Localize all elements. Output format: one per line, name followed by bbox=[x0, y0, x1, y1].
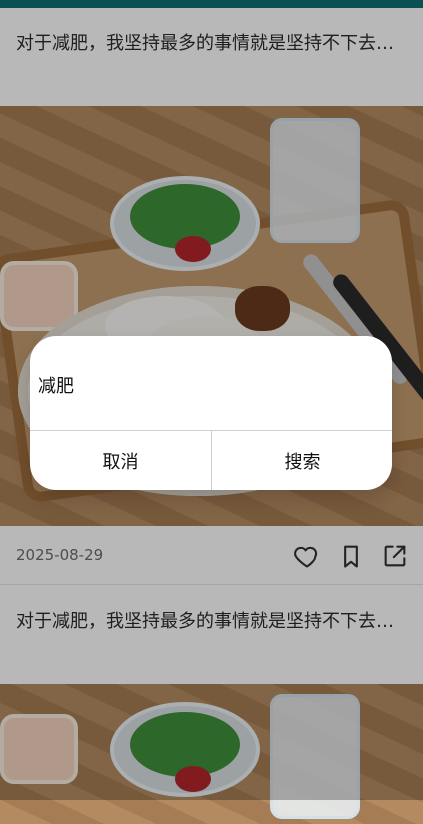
cancel-button[interactable]: 取消 bbox=[30, 431, 211, 490]
search-dialog: 减肥 取消 搜索 bbox=[30, 336, 392, 490]
dialog-query-text: 减肥 bbox=[38, 376, 74, 397]
search-button[interactable]: 搜索 bbox=[212, 431, 392, 490]
